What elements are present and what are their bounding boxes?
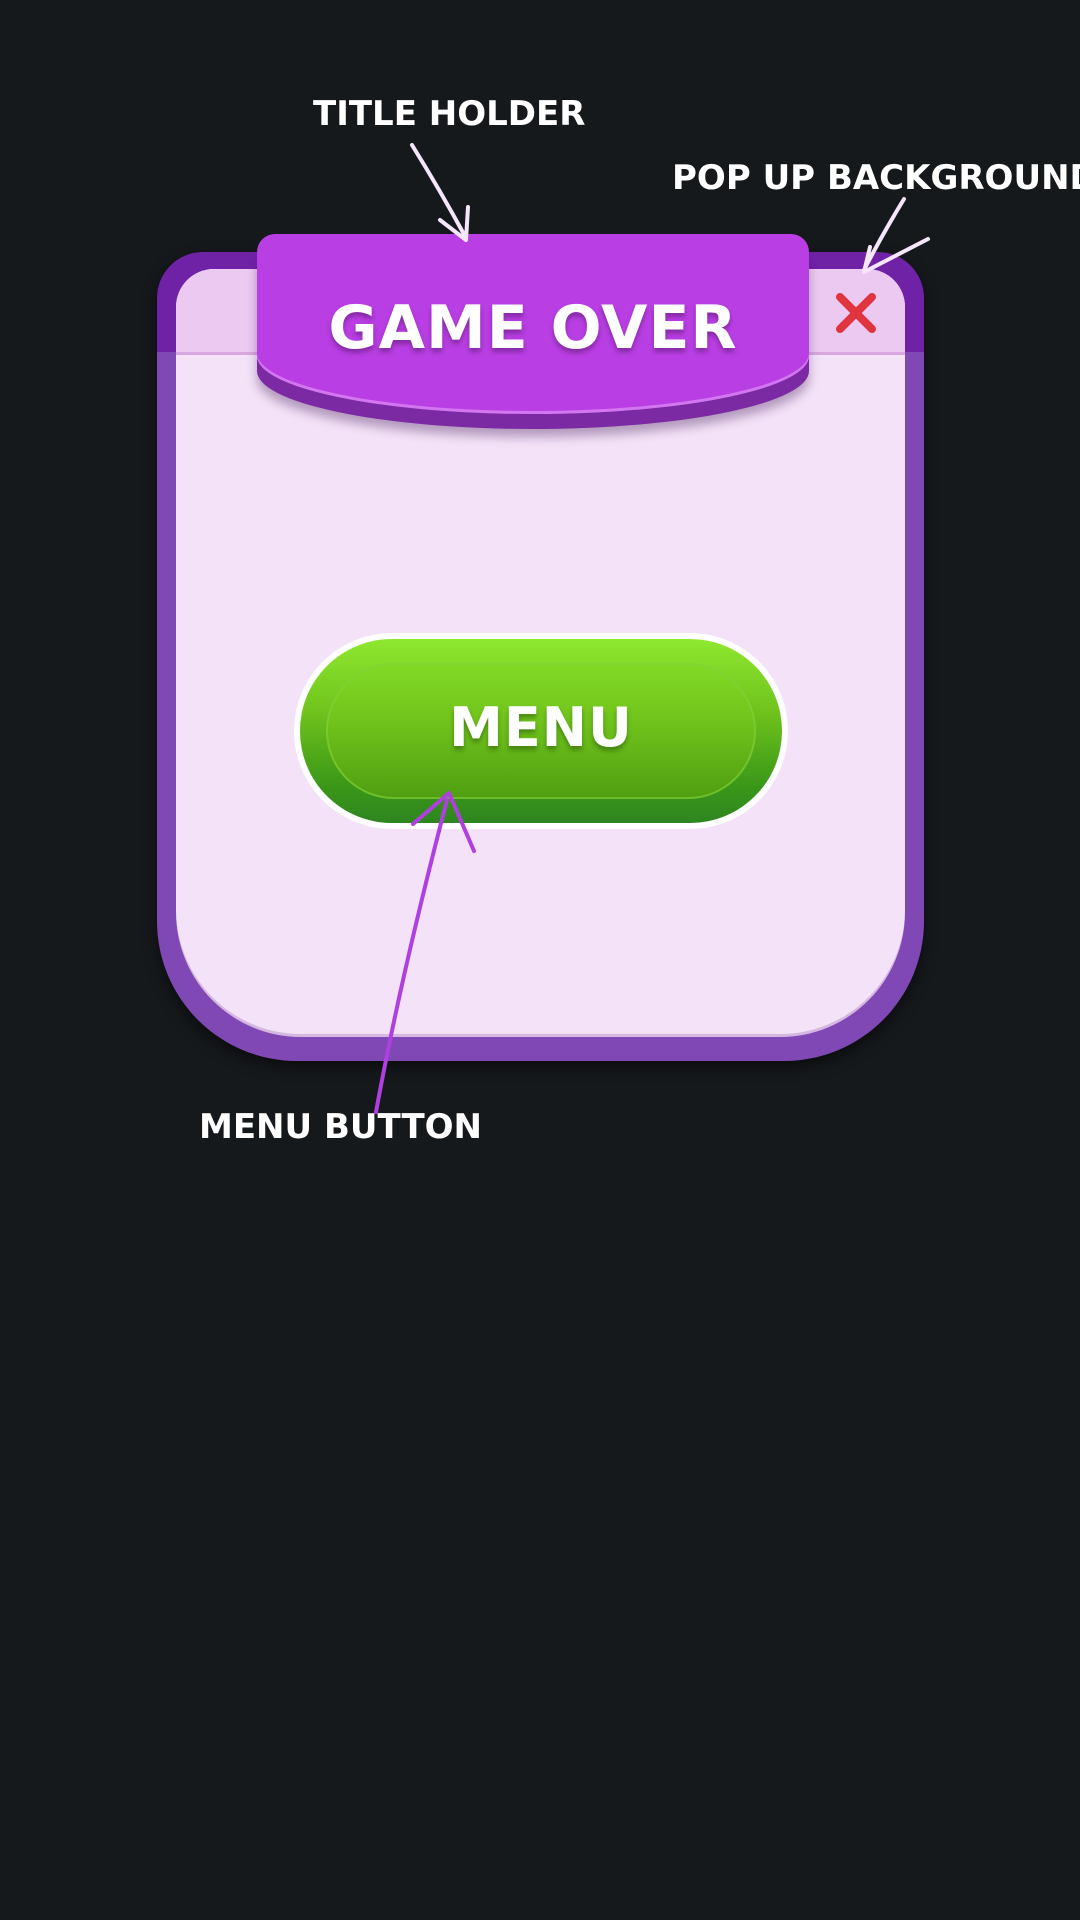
menu-button[interactable]: MENU	[294, 633, 788, 829]
menu-button-label: MENU	[449, 696, 633, 759]
annotation-title-holder-label: TITLE HOLDER	[313, 94, 586, 134]
annotation-menu-button-label: MENU BUTTON	[199, 1107, 483, 1147]
popup-title: GAME OVER	[328, 293, 738, 363]
title-holder: GAME OVER	[257, 234, 809, 429]
annotation-popup-background-label: POP UP BACKGROUND	[672, 158, 1080, 198]
close-button[interactable]	[833, 290, 879, 336]
close-x-icon	[836, 293, 876, 333]
title-holder-arrow	[410, 143, 470, 242]
